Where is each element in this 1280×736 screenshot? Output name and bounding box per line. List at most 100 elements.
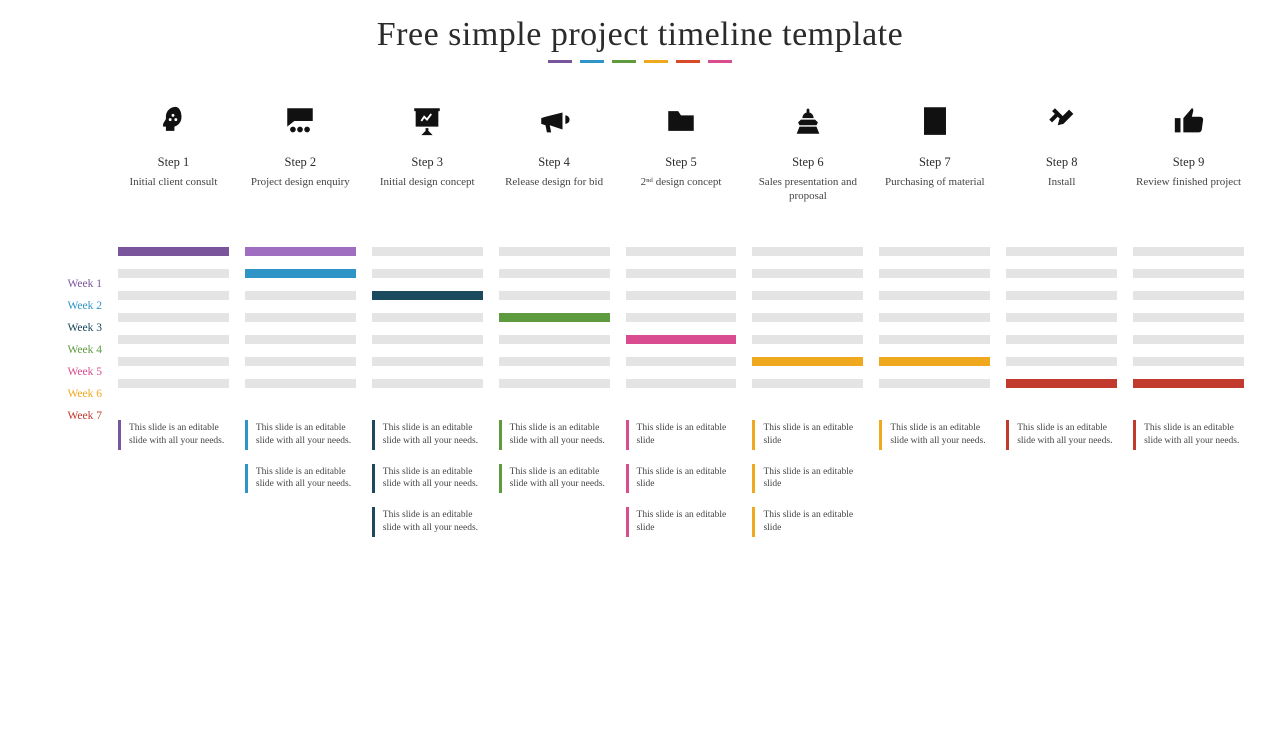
divider-dash — [676, 60, 700, 63]
note: This slide is an editable slide with all… — [1133, 420, 1244, 450]
gantt-bar — [372, 247, 483, 256]
gantt-column — [752, 240, 863, 394]
gantt-bar — [626, 313, 737, 322]
step-notes: This slide is an editable slide with all… — [1133, 420, 1244, 450]
engineer-icon — [791, 97, 825, 145]
gantt-bar — [1006, 357, 1117, 366]
note: This slide is an editable slide — [752, 507, 863, 537]
gantt-bar — [1133, 313, 1244, 322]
note: This slide is an editable slide with all… — [372, 420, 483, 450]
gantt-bar — [372, 269, 483, 278]
gantt-bar — [499, 313, 610, 322]
gantt-bar — [1133, 291, 1244, 300]
note: This slide is an editable slide with all… — [118, 420, 229, 450]
week-label: Week 7 — [36, 405, 118, 427]
gantt-bar — [118, 247, 229, 256]
gantt-bar — [1006, 291, 1117, 300]
gantt-bar — [879, 269, 990, 278]
page-title: Free simple project timeline template — [0, 16, 1280, 54]
step-description: Review finished project — [1134, 176, 1243, 220]
step-column: Step 8InstallThis slide is an editable s… — [1006, 97, 1117, 537]
step-notes: This slide is an editable slide with all… — [499, 420, 610, 493]
gantt-column — [1006, 240, 1117, 394]
step-notes: This slide is an editable slide with all… — [245, 420, 356, 493]
note: This slide is an editable slide — [626, 507, 737, 537]
gantt-bar — [752, 313, 863, 322]
step-description: Release design for bid — [503, 176, 605, 220]
gantt-bar — [245, 269, 356, 278]
gantt-bar — [879, 247, 990, 256]
step-description: Initial client consult — [127, 176, 219, 220]
gantt-bar — [245, 247, 356, 256]
gantt-column — [372, 240, 483, 394]
gantt-column — [1133, 240, 1244, 394]
gantt-bar — [499, 291, 610, 300]
step-description: 2ⁿᵈ design concept — [639, 176, 724, 220]
gantt-bar — [1133, 247, 1244, 256]
head-gears-icon — [156, 97, 190, 145]
gantt-bar — [372, 357, 483, 366]
gantt-bar — [499, 247, 610, 256]
thumbs-up-icon — [1172, 97, 1206, 145]
note: This slide is an editable slide with all… — [499, 420, 610, 450]
week-label: Week 4 — [36, 339, 118, 361]
gantt-bar — [499, 269, 610, 278]
gantt-bar — [626, 335, 737, 344]
step-column: Step 2 Project design enquiry This slide i… — [245, 97, 356, 537]
step-title: Step 4 — [538, 155, 570, 170]
step-description: Purchasing of material — [883, 176, 987, 220]
step-column: Step 6 Sales presentation and proposal Thi… — [752, 97, 863, 537]
gantt-bar — [879, 335, 990, 344]
gantt-bar — [626, 269, 737, 278]
step-description: Install — [1046, 176, 1078, 220]
gantt-bar — [245, 291, 356, 300]
folder-icon — [664, 97, 698, 145]
presentation-icon — [410, 97, 444, 145]
step-description: Sales presentation and proposal — [752, 176, 863, 220]
step-title: Step 5 — [665, 155, 697, 170]
gantt-bar — [1133, 357, 1244, 366]
gantt-bar — [752, 379, 863, 388]
step-title: Step 6 — [792, 155, 824, 170]
note: This slide is an editable slide with all… — [879, 420, 990, 450]
gantt-bar — [118, 335, 229, 344]
week-label: Week 1 — [36, 273, 118, 295]
gantt-bar — [752, 247, 863, 256]
gantt-bar — [372, 335, 483, 344]
gantt-column — [118, 240, 229, 394]
divider-dash — [644, 60, 668, 63]
gantt-bar — [499, 357, 610, 366]
gantt-bar — [118, 291, 229, 300]
note: This slide is an editable slide with all… — [245, 464, 356, 494]
gantt-bar — [626, 291, 737, 300]
gantt-bar — [118, 379, 229, 388]
step-title: Step 2 — [285, 155, 317, 170]
gantt-bar — [245, 357, 356, 366]
week-label: Week 2 — [36, 295, 118, 317]
gantt-bar — [626, 379, 737, 388]
step-title: Step 3 — [411, 155, 443, 170]
gantt-bar — [372, 313, 483, 322]
divider-dash — [548, 60, 572, 63]
gantt-bar — [1006, 379, 1117, 388]
step-notes: This slide is an editable slide with all… — [118, 420, 229, 450]
gantt-column — [879, 240, 990, 394]
gantt-bar — [118, 357, 229, 366]
gantt-column — [245, 240, 356, 394]
note: This slide is an editable slide with all… — [372, 507, 483, 537]
step-description: Project design enquiry — [249, 176, 352, 220]
gantt-bar — [499, 335, 610, 344]
note: This slide is an editable slide with all… — [499, 464, 610, 494]
gantt-bar — [1006, 335, 1117, 344]
step-column: Step 1Initial client consultThis slide i… — [118, 97, 229, 537]
step-description: Initial design concept — [378, 176, 477, 220]
week-label: Week 6 — [36, 383, 118, 405]
step-column: Step 5 2ⁿᵈ design concept This slide is an… — [626, 97, 737, 537]
note: This slide is an editable slide — [752, 420, 863, 450]
gantt-bar — [752, 357, 863, 366]
gantt-bar — [499, 379, 610, 388]
gantt-bar — [752, 335, 863, 344]
week-label: Week 5 — [36, 361, 118, 383]
gantt-bar — [372, 379, 483, 388]
gantt-bar — [1133, 269, 1244, 278]
